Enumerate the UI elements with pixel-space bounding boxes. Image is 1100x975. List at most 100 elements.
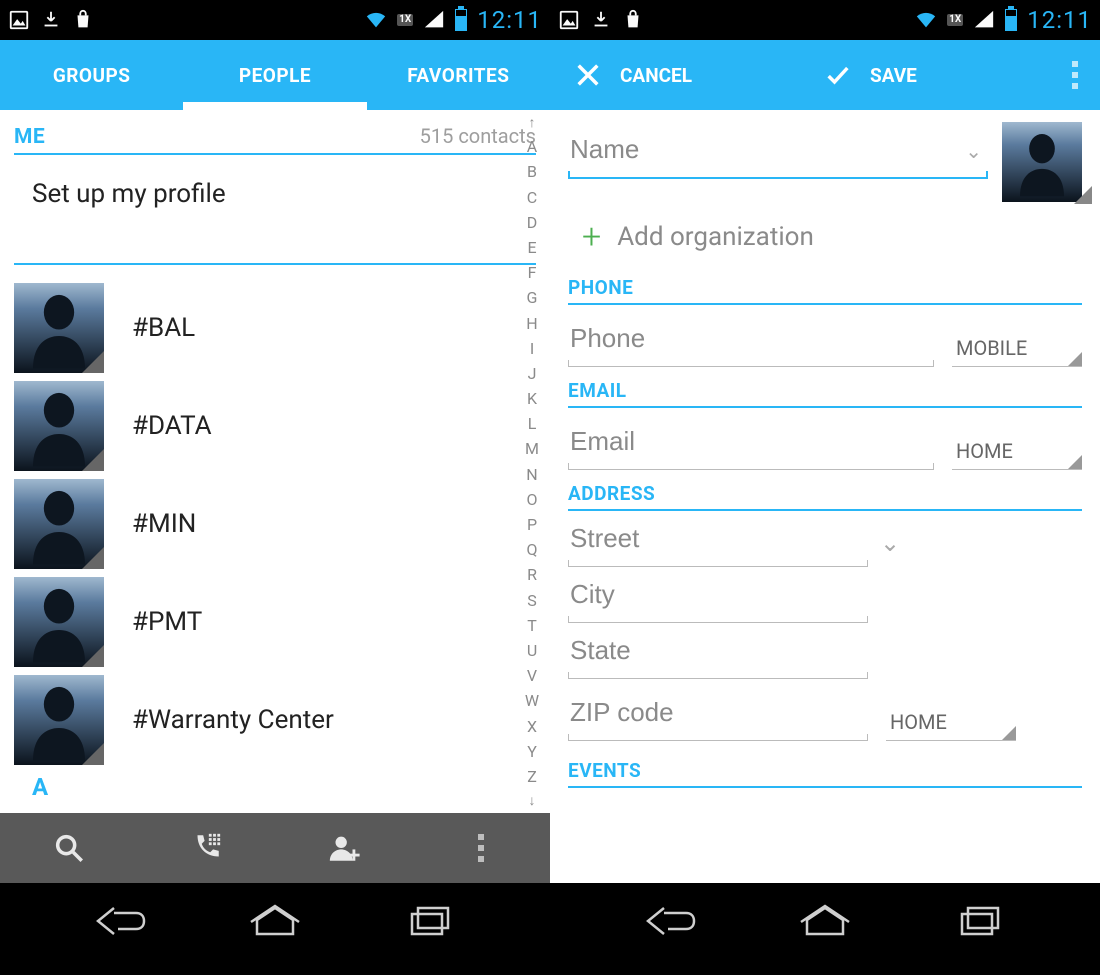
contact-name: #BAL [132,313,195,343]
setup-profile-text: Set up my profile [32,179,226,209]
me-label: ME [14,125,45,149]
overflow-menu-button[interactable] [1050,40,1100,110]
phone-type-spinner[interactable]: MOBILE [952,330,1082,367]
check-icon [824,61,852,89]
index-letter[interactable]: T [518,616,546,635]
nav-home-button[interactable] [240,899,310,943]
save-label: SAVE [870,64,917,87]
index-letter[interactable]: W [518,691,546,710]
download-icon [590,9,612,31]
name-input[interactable] [568,122,988,179]
nav-recent-button[interactable] [395,899,465,943]
close-icon [574,61,602,89]
save-button[interactable]: SAVE [800,40,1050,110]
address-type-spinner[interactable]: HOME [886,704,1016,741]
battery-icon [1005,9,1017,31]
expand-name-icon[interactable]: ⌄ [965,139,982,163]
network-1x-badge: 1X [397,14,413,26]
contact-row[interactable]: #DATA [14,377,550,475]
expand-address-icon[interactable]: ⌄ [880,529,900,567]
index-letter[interactable]: Q [518,540,546,559]
dialer-icon [189,831,223,865]
dialer-button[interactable] [138,831,276,865]
index-letter[interactable]: N [518,465,546,484]
phone-input[interactable] [568,311,934,367]
search-button[interactable] [0,831,138,865]
index-up-arrow-icon: ↑ [518,114,546,131]
setup-profile-row[interactable]: Set up my profile [14,155,536,265]
overflow-icon [478,834,484,862]
index-letter[interactable]: P [518,515,546,534]
index-letter[interactable]: M [518,439,546,458]
phone-edit-contact: 1X 12:11 CANCEL SAVE ⌄ + [550,0,1100,975]
index-letter[interactable]: C [518,188,546,207]
index-letter[interactable]: L [518,414,546,433]
index-letter[interactable]: S [518,591,546,610]
tabs-bar: GROUPS PEOPLE FAVORITES [0,40,550,110]
index-letter[interactable]: V [518,666,546,685]
index-letter[interactable]: X [518,717,546,736]
contact-row[interactable]: #PMT [14,573,550,671]
nav-back-button[interactable] [635,899,705,943]
add-organization-button[interactable]: + Add organization [568,202,1082,268]
home-icon [249,904,301,938]
contact-list[interactable]: #BAL #DATA #MIN #PMT #Warranty Center A [0,279,550,801]
overflow-icon [1072,61,1078,89]
battery-icon [455,9,467,31]
status-clock: 12:11 [1027,6,1092,34]
add-contact-icon [327,831,361,865]
tab-people[interactable]: PEOPLE [183,40,366,110]
overflow-menu-button[interactable] [413,834,551,862]
index-letter[interactable]: J [518,364,546,383]
index-letter[interactable]: G [518,288,546,307]
index-letter[interactable]: U [518,641,546,660]
contact-photo-button[interactable] [1002,122,1082,202]
index-letter[interactable]: Z [518,767,546,786]
system-nav-bar [0,883,550,959]
index-down-arrow-icon: ↓ [518,792,546,809]
index-letter[interactable]: A [518,137,546,156]
status-clock: 12:11 [477,6,542,34]
section-events: EVENTS [568,755,1082,788]
system-nav-bar [550,883,1100,959]
tab-groups[interactable]: GROUPS [0,40,183,110]
add-organization-label: Add organization [617,222,814,252]
index-letter[interactable]: I [518,339,546,358]
street-input[interactable] [568,511,868,567]
section-letter: A [14,769,550,801]
index-letter[interactable]: B [518,162,546,181]
tab-favorites[interactable]: FAVORITES [367,40,550,110]
state-input[interactable] [568,623,868,679]
index-letter[interactable]: Y [518,742,546,761]
contacts-content: ME 515 contacts Set up my profile #BAL #… [0,110,550,813]
contact-avatar-icon [14,577,104,667]
email-type-spinner[interactable]: HOME [952,433,1082,470]
city-input[interactable] [568,567,868,623]
index-letter[interactable]: H [518,314,546,333]
contact-avatar-icon [14,675,104,765]
contact-row[interactable]: #Warranty Center [14,671,550,769]
store-icon [72,9,94,31]
zip-input[interactable] [568,685,868,741]
index-letter[interactable]: E [518,238,546,257]
contact-avatar-icon [14,381,104,471]
nav-home-button[interactable] [790,899,860,943]
index-letter[interactable]: K [518,389,546,408]
alpha-index-scroll[interactable]: ↑ A B C D E F G H I J K L M N O P Q R S … [518,110,546,813]
index-letter[interactable]: O [518,490,546,509]
plus-icon: + [582,220,601,254]
contact-name: #MIN [132,509,196,539]
index-letter[interactable]: R [518,565,546,584]
cancel-button[interactable]: CANCEL [550,40,800,110]
index-letter[interactable]: F [518,263,546,282]
edit-content: ⌄ + Add organization PHONE MOBILE EMAIL [550,110,1100,883]
email-input[interactable] [568,414,934,470]
nav-back-button[interactable] [85,899,155,943]
section-address: ADDRESS [568,478,1082,511]
nav-recent-button[interactable] [945,899,1015,943]
contact-row[interactable]: #BAL [14,279,550,377]
status-bar: 1X 12:11 [550,0,1100,40]
contact-row[interactable]: #MIN [14,475,550,573]
add-contact-button[interactable] [275,831,413,865]
index-letter[interactable]: D [518,213,546,232]
